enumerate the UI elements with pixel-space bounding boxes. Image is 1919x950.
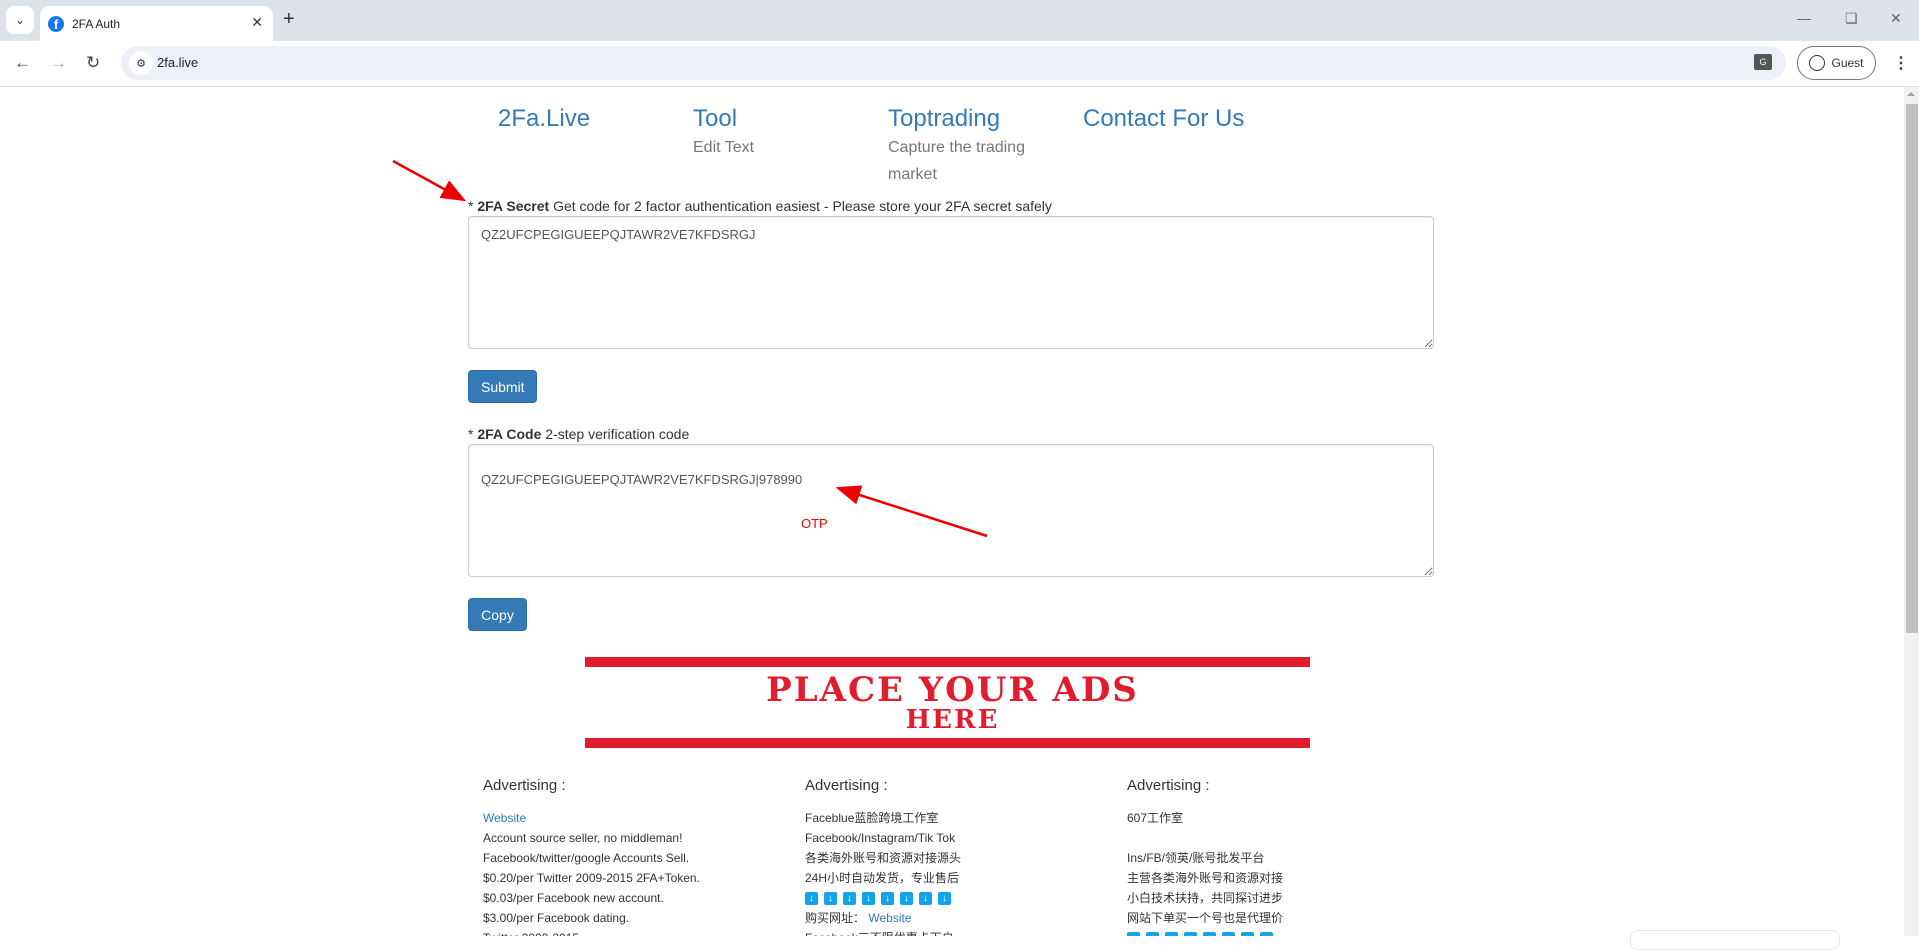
code-output[interactable] (468, 444, 1434, 577)
scroll-up-icon[interactable] (1907, 92, 1915, 96)
advertising-column-2: Advertising : Faceblue蓝脸跨境工作室 Facebook/I… (805, 777, 1115, 936)
url-text[interactable]: 2fa.live (157, 55, 198, 70)
download-icon: ↓ (1203, 932, 1216, 936)
secret-label-title: 2FA Secret (477, 198, 550, 214)
ad-row: $0.20/per Twitter 2009-2015 2FA+Token. (483, 871, 700, 885)
download-icon: ↓ (805, 892, 818, 906)
ad-row: Facebook/Instagram/Tik Tok (805, 831, 956, 845)
secret-label: * 2FA Secret Get code for 2 factor authe… (468, 198, 1052, 214)
download-icon: ↓ (1222, 932, 1235, 936)
ad-row: $3.00/per Facebook dating. (483, 911, 630, 925)
download-icon: ↓ (824, 892, 837, 906)
nav-tool-subtitle[interactable]: Edit Text (693, 134, 754, 161)
restore-icon[interactable]: ❏ (1845, 10, 1858, 27)
download-icon: ↓ (1241, 932, 1254, 936)
secret-label-description: Get code for 2 factor authentication eas… (553, 198, 1052, 214)
ad-banner-line2: HERE (905, 705, 1000, 735)
scrollbar-thumb[interactable] (1906, 104, 1918, 633)
nav-toptrading-link[interactable]: Toptrading (888, 105, 1000, 133)
browser-tab[interactable]: f 2FA Auth ✕ (40, 6, 273, 41)
download-icon: ↓ (1165, 932, 1178, 936)
forward-icon[interactable]: → (50, 53, 67, 73)
translate-icon[interactable]: G (1754, 54, 1772, 70)
ad-row: 小白技术扶持，共同探讨进步 (1127, 891, 1284, 905)
advertising-heading: Advertising : (805, 777, 888, 794)
ad-row: $0.03/per Facebook new account. (483, 891, 664, 905)
ad-row (1127, 828, 1437, 848)
back-icon[interactable]: ← (14, 53, 31, 73)
ad-row: Twitter 2009-2015 (483, 928, 793, 936)
advertising-column-1: Advertising : Website Account source sel… (483, 777, 793, 936)
nav-home-link[interactable]: 2Fa.Live (498, 105, 590, 133)
nav-toptrading-subtitle-1[interactable]: Capture the trading (888, 134, 1025, 161)
ad-banner-line1: PLACE YOUR ADS (766, 670, 1139, 710)
download-icon: ↓ (900, 892, 913, 906)
address-bar[interactable]: ⚙ 2fa.live G (121, 46, 1786, 80)
ad-row: Facebook/twitter/google Accounts Sell. (483, 851, 690, 865)
ad-row: Facebook三不限优惠卡下户 (805, 928, 1115, 936)
ad-row: 24H小时自动发货，专业售后 (805, 871, 960, 885)
website-link[interactable]: Website (483, 811, 526, 825)
browser-toolbar: ← → ↻ ⚙ 2fa.live G Guest ⋮ (0, 41, 1919, 87)
close-window-icon[interactable]: ✕ (1890, 10, 1902, 27)
ad-row: Ins/FB/领英/账号批发平台 (1127, 851, 1265, 865)
tab-strip: ⌄ f 2FA Auth ✕ + — ❏ ✕ (0, 0, 1919, 41)
nav-contact-link[interactable]: Contact For Us (1083, 105, 1244, 133)
ad-row-buy: 购买网址： Website (805, 908, 1115, 928)
tab-search-button[interactable]: ⌄ (6, 6, 34, 34)
floating-widget[interactable] (1630, 930, 1840, 950)
advertising-column-3: Advertising : 607工作室 Ins/FB/领英/账号批发平台 主营… (1127, 777, 1437, 936)
profile-icon (1809, 55, 1826, 71)
buy-label: 购买网址： (805, 911, 866, 925)
download-icon: ↓ (919, 892, 932, 906)
arrow-to-secret (392, 159, 467, 202)
ad-row: 网站下单买一个号也是代理价 (1127, 911, 1284, 925)
ad-row: 各类海外账号和资源对接源头 (805, 851, 962, 865)
page-scrollbar[interactable] (1904, 87, 1919, 936)
code-label-title: 2FA Code (477, 426, 542, 442)
tab-title: 2FA Auth (72, 16, 121, 31)
nav-tool-link[interactable]: Tool (693, 105, 737, 133)
nav-toptrading-subtitle-2[interactable]: market (888, 161, 937, 188)
menu-icon[interactable]: ⋮ (1893, 53, 1909, 73)
advertising-heading: Advertising : (483, 777, 566, 794)
code-label: * 2FA Code 2-step verification code (468, 426, 689, 442)
download-icon: ↓ (862, 892, 875, 906)
profile-label: Guest (1831, 56, 1864, 70)
download-icon: ↓ (881, 892, 894, 906)
ad-banner-bottom-bar (585, 738, 1310, 748)
required-mark: * (468, 426, 474, 442)
ad-row: 主营各类海外账号和资源对接 (1127, 871, 1284, 885)
page-content: 2Fa.Live Tool Edit Text Toptrading Captu… (0, 87, 1904, 936)
ad-row: Faceblue蓝脸跨境工作室 (805, 811, 939, 825)
copy-button[interactable]: Copy (468, 598, 527, 631)
minimize-icon[interactable]: — (1797, 10, 1811, 26)
download-icon: ↓ (1146, 932, 1159, 936)
download-icon-row: ↓ ↓ ↓ ↓ ↓ ↓ ↓ ↓ (805, 888, 1115, 908)
download-icon: ↓ (1184, 932, 1197, 936)
ad-banner[interactable]: PLACE YOUR ADS HERE (565, 652, 1340, 752)
secret-input[interactable] (468, 216, 1434, 349)
download-icon: ↓ (1127, 932, 1140, 936)
ad-banner-top-bar (585, 657, 1310, 667)
ad-row: 607工作室 (1127, 811, 1184, 825)
chevron-down-icon: ⌄ (14, 13, 26, 27)
close-tab-icon[interactable]: ✕ (251, 14, 263, 31)
website-link[interactable]: Website (868, 911, 911, 925)
code-label-description: 2-step verification code (545, 426, 690, 442)
site-info-icon[interactable]: ⚙ (129, 51, 153, 75)
download-icon: ↓ (938, 892, 951, 906)
otp-annotation: OTP (801, 516, 828, 531)
advertising-heading: Advertising : (1127, 777, 1210, 794)
new-tab-button[interactable]: + (283, 8, 295, 31)
submit-button[interactable]: Submit (468, 370, 537, 403)
profile-button[interactable]: Guest (1797, 46, 1876, 80)
ad-row: Account source seller, no middleman! (483, 831, 683, 845)
download-icon: ↓ (843, 892, 856, 906)
required-mark: * (468, 198, 474, 214)
download-icon-row: ↓ ↓ ↓ ↓ ↓ ↓ ↓ ↓ (1127, 928, 1437, 936)
download-icon: ↓ (1260, 932, 1273, 936)
facebook-icon: f (48, 15, 64, 32)
reload-icon[interactable]: ↻ (86, 53, 100, 73)
